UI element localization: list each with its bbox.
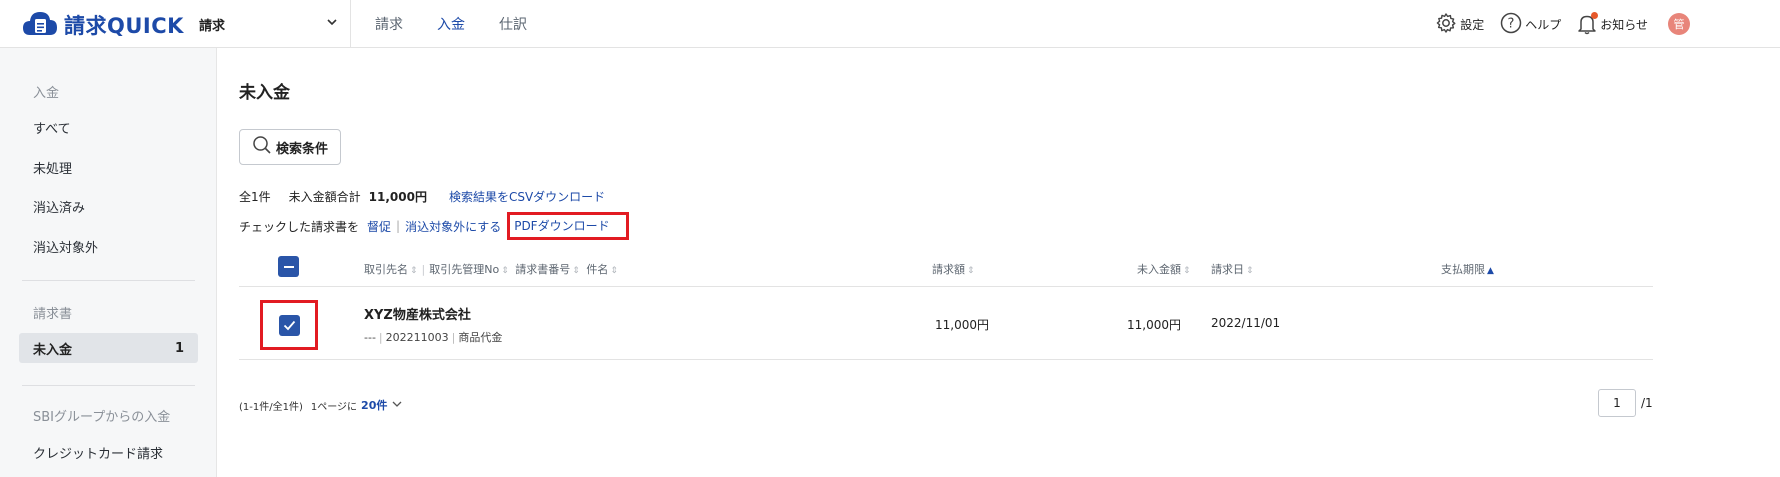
sidebar-item-excluded[interactable]: 消込対象外 (33, 237, 98, 256)
sort-icon[interactable]: ⇕ (410, 266, 418, 276)
app-header: 請求QUICK 請求 請求 入金 仕訳 設定 ? ヘルプ お知らせ 管 (0, 0, 1780, 48)
sidebar-item-unpaid-count: 1 (174, 340, 184, 356)
subject: 商品代金 (458, 331, 503, 344)
header-date[interactable]: 請求日 (1211, 263, 1244, 276)
user-avatar[interactable]: 管 (1668, 13, 1690, 35)
separator: | (396, 219, 401, 233)
unpaid-total-value: 11,000円 (368, 190, 427, 204)
sort-icon[interactable]: ⇕ (1246, 266, 1254, 276)
unpaid-amount: 11,000円 (1127, 318, 1181, 332)
pdf-download-highlight: PDFダウンロード (507, 212, 629, 240)
invoice-date: 2022/11/01 (1211, 316, 1281, 330)
page-number-input[interactable]: 1 (1598, 389, 1636, 417)
remind-link[interactable]: 督促 (367, 218, 391, 235)
sidebar-divider (22, 280, 195, 281)
notice-label: お知らせ (1600, 17, 1648, 32)
header-amount-group: 請求額 ⇕ (932, 261, 975, 277)
search-icon (252, 135, 272, 159)
sidebar-section-sbi: SBIグループからの入金 (33, 410, 171, 425)
header-tools: 設定 ? ヘルプ お知らせ 管 (1435, 10, 1690, 38)
select-all-checkbox[interactable] (278, 256, 299, 277)
row-checkbox[interactable] (278, 314, 300, 336)
page-total: /1 (1641, 396, 1653, 410)
pdf-download-link[interactable]: PDFダウンロード (514, 219, 609, 233)
sort-icon[interactable]: ⇕ (1183, 266, 1191, 276)
sidebar-item-unpaid[interactable]: 未入金 1 (19, 333, 198, 363)
sidebar-item-all[interactable]: すべて (33, 118, 71, 137)
nav-invoice[interactable]: 請求 (375, 14, 403, 34)
header-due-group: 支払期限 ▲ (1441, 261, 1494, 277)
header-date-group: 請求日 ⇕ (1211, 261, 1254, 277)
logo-text: 請求QUICK (64, 14, 184, 38)
service-select[interactable]: 請求 (199, 14, 339, 34)
header-unpaid-group: 未入金額 ⇕ (1137, 261, 1191, 277)
table-row[interactable]: XYZ物産株式会社 --- | 202211003 | 商品代金 11,000円 11,… (239, 287, 1653, 360)
table-header: 取引先名 ⇕ | 取引先管理No ⇕ 請求書番号 ⇕ 件名 ⇕ 請求額 ⇕ 未入金額 ⇕ 請求日… (239, 248, 1653, 287)
gear-icon (1435, 12, 1457, 37)
row-checkbox-highlight (260, 300, 318, 350)
header-client[interactable]: 取引先名 (364, 263, 408, 276)
pagination-info: (1-1件/全1件) 1ページに 20件 (239, 397, 403, 413)
pagination-range: (1-1件/全1件) (239, 401, 303, 413)
sort-icon[interactable]: ⇕ (501, 266, 509, 276)
sidebar-item-unprocessed[interactable]: 未処理 (33, 158, 72, 177)
header-invoice-no[interactable]: 請求書番号 (515, 263, 570, 276)
header-client-group: 取引先名 ⇕ | 取引先管理No ⇕ 請求書番号 ⇕ 件名 ⇕ (364, 263, 618, 276)
page-title: 未入金 (239, 83, 290, 103)
chevron-down-icon (325, 15, 339, 33)
search-conditions-button[interactable]: 検索条件 (239, 129, 341, 165)
bulk-actions: チェックした請求書を 督促 | 消込対象外にする PDFダウンロード (239, 212, 629, 240)
main-nav: 請求 入金 仕訳 (375, 0, 527, 48)
row-sub-info: --- | 202211003 | 商品代金 (364, 331, 503, 344)
header-client-no[interactable]: 取引先管理No (429, 263, 499, 276)
unpaid-total-label: 未入金額合計 (288, 190, 361, 204)
header-unpaid[interactable]: 未入金額 (1137, 263, 1181, 276)
main-content: 未入金 検索条件 全1件 未入金額合計 11,000円 検索結果をCSVダウンロ… (239, 48, 1780, 477)
help-label: ヘルプ (1525, 17, 1562, 32)
sort-icon[interactable]: ⇕ (572, 266, 580, 276)
bulk-actions-prefix: チェックした請求書を (239, 219, 360, 234)
service-select-value: 請求 (199, 18, 226, 34)
help-button[interactable]: ? ヘルプ (1500, 12, 1561, 37)
bell-icon (1577, 12, 1599, 35)
invoice-table: 取引先名 ⇕ | 取引先管理No ⇕ 請求書番号 ⇕ 件名 ⇕ 請求額 ⇕ 未入金額 ⇕ 請求日… (239, 248, 1653, 360)
header-amount[interactable]: 請求額 (932, 263, 965, 276)
per-page-label: 1ページに (310, 401, 358, 413)
check-icon (283, 320, 295, 330)
header-subject[interactable]: 件名 (586, 263, 608, 276)
sidebar-section-payment: 入金 (33, 86, 60, 101)
sidebar-item-cleared[interactable]: 消込済み (33, 197, 85, 216)
result-summary: 全1件 未入金額合計 11,000円 検索結果をCSVダウンロード (239, 188, 605, 205)
csv-download-link[interactable]: 検索結果をCSVダウンロード (449, 188, 605, 205)
result-count: 全1件 (239, 190, 271, 204)
client-no: --- (364, 331, 376, 344)
sort-icon[interactable]: ⇕ (610, 266, 618, 276)
chevron-down-icon[interactable] (391, 398, 403, 413)
svg-text:?: ? (1508, 16, 1515, 31)
sidebar-item-credit-card[interactable]: クレジットカード請求 (33, 443, 163, 462)
per-page-select[interactable]: 20件 (361, 397, 387, 413)
sidebar-section-invoice: 請求書 (33, 307, 73, 322)
header-due[interactable]: 支払期限 (1441, 263, 1485, 276)
sort-icon[interactable]: ⇕ (967, 266, 975, 276)
exclude-link[interactable]: 消込対象外にする (405, 218, 501, 235)
sort-asc-icon[interactable]: ▲ (1487, 266, 1494, 276)
sidebar-divider (22, 385, 195, 386)
sidebar-item-unpaid-label: 未入金 (33, 342, 73, 358)
settings-label: 設定 (1460, 17, 1485, 32)
invoice-no: 202211003 (385, 331, 449, 344)
client-name[interactable]: XYZ物産株式会社 (364, 304, 471, 323)
invoice-amount: 11,000円 (935, 318, 989, 332)
cloud-doc-icon (22, 9, 58, 41)
notice-button[interactable]: お知らせ (1577, 12, 1648, 35)
logo[interactable]: 請求QUICK (22, 10, 184, 40)
header-divider (350, 0, 351, 48)
nav-payment[interactable]: 入金 (437, 14, 465, 34)
search-conditions-label: 検索条件 (275, 141, 328, 157)
help-circle-icon: ? (1500, 12, 1522, 37)
settings-button[interactable]: 設定 (1435, 12, 1484, 37)
sidebar: 入金 すべて 未処理 消込済み 消込対象外 請求書 未入金 1 SBIグループか… (0, 48, 217, 477)
nav-journal[interactable]: 仕訳 (499, 14, 527, 34)
